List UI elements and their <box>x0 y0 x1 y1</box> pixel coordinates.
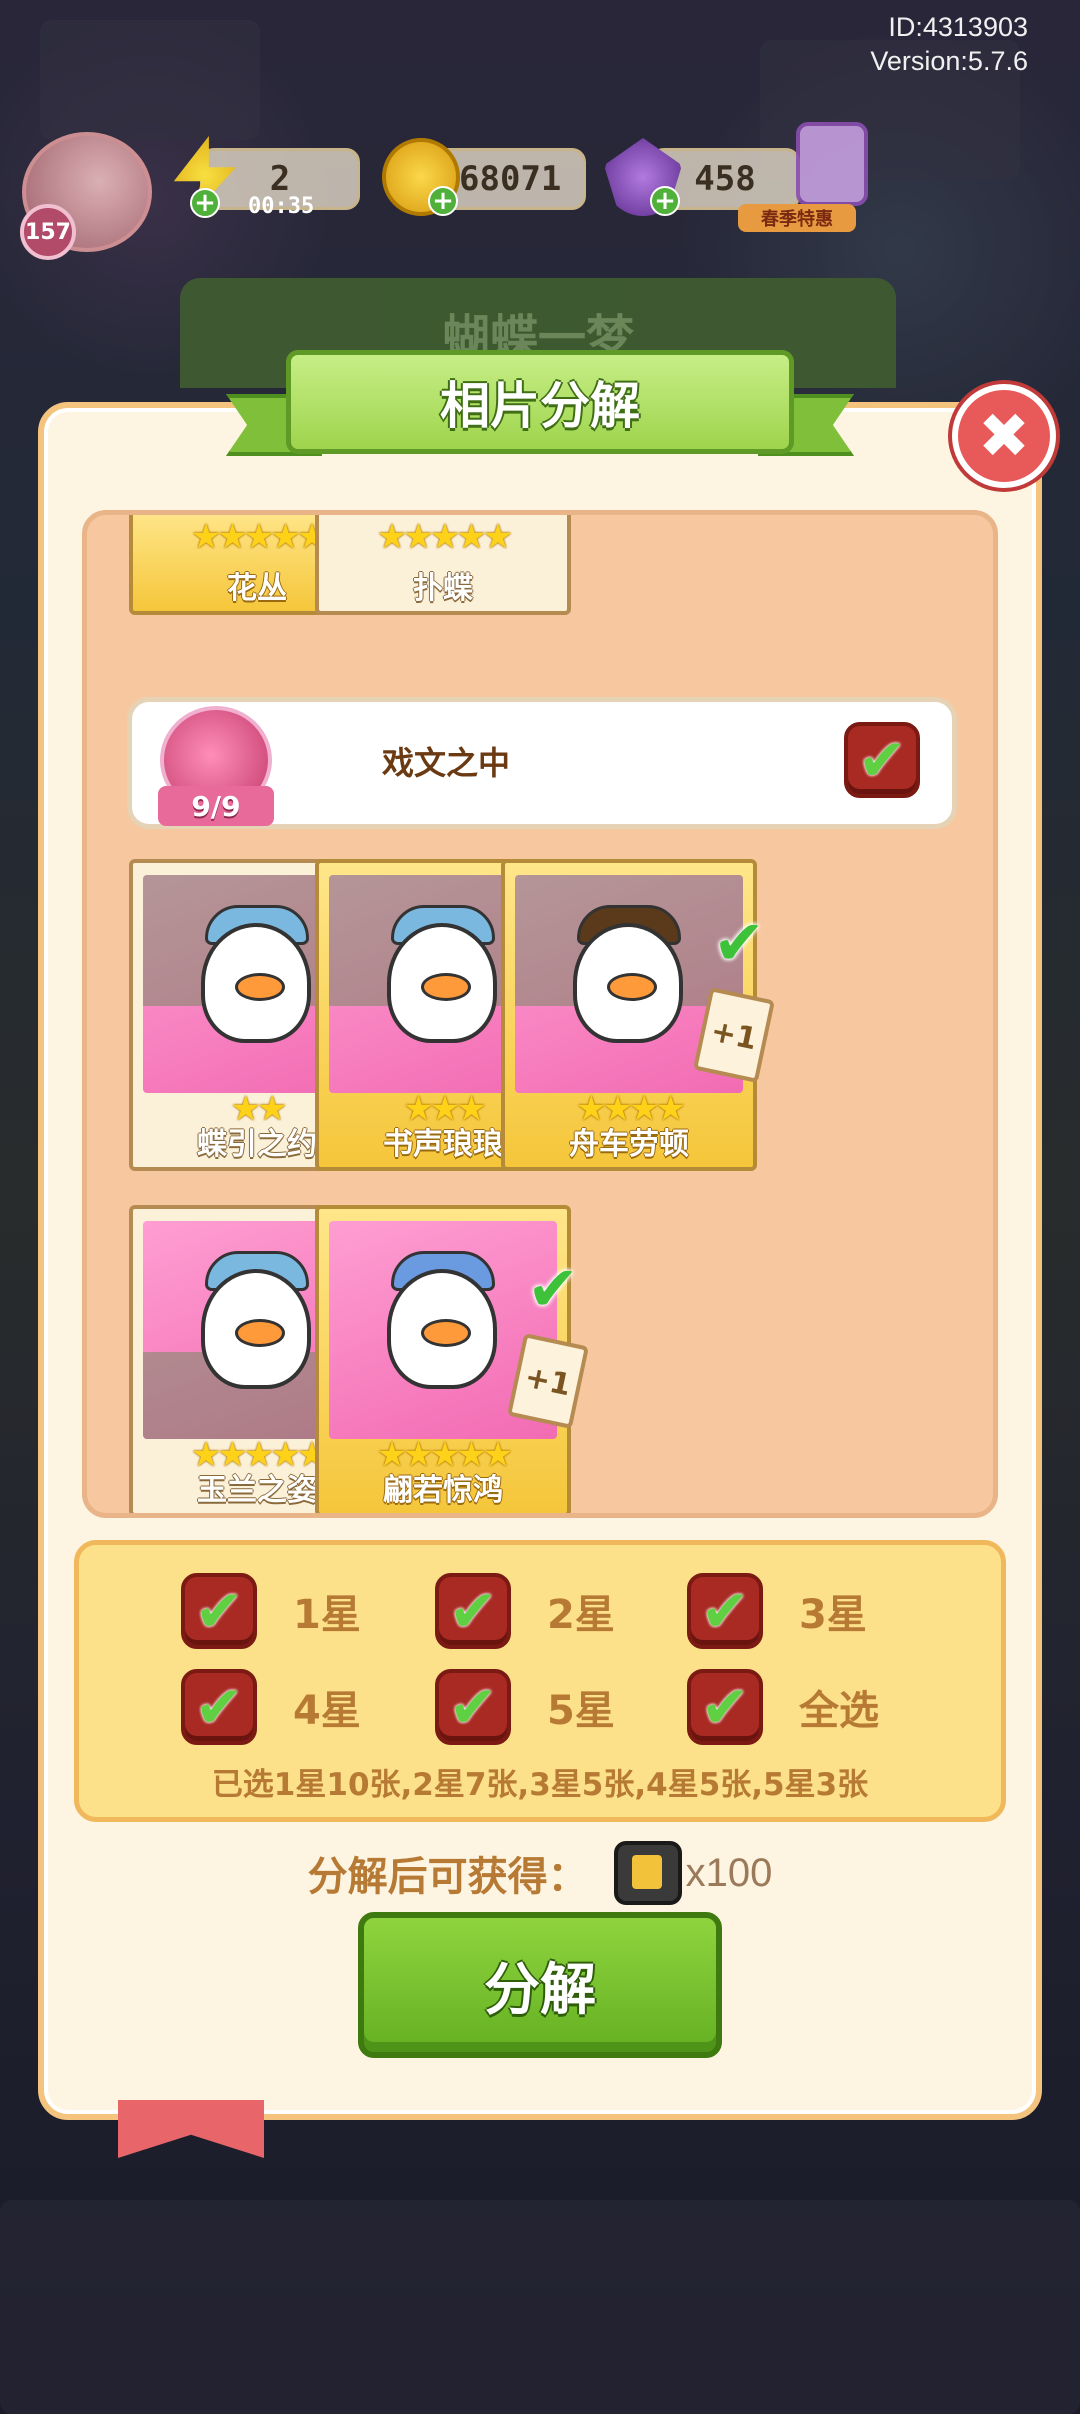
player-id: ID:4313903 <box>888 12 1028 42</box>
reward-label: 分解后可获得： <box>307 1854 588 1900</box>
add-energy-button[interactable]: + <box>190 188 220 218</box>
filter-checkbox[interactable]: ✔ <box>687 1669 763 1745</box>
filter-2-star[interactable]: ✔ 2星 <box>435 1571 615 1651</box>
checkmark-icon: ✔ <box>700 1673 750 1741</box>
build-info: ID:4313903 Version:5.7.6 <box>870 10 1028 78</box>
card-name: 舟车劳顿 <box>569 1127 689 1162</box>
selected-check-icon: ✔ <box>527 1252 579 1325</box>
filter-checkbox[interactable]: ✔ <box>435 1669 511 1745</box>
add-gems-button[interactable]: + <box>650 186 680 216</box>
filter-checkbox[interactable]: ✔ <box>687 1573 763 1649</box>
photo-card[interactable]: ★★★★★ 扑蝶 <box>315 515 571 615</box>
group-select-checkbox[interactable]: ✔ <box>844 722 920 798</box>
checkmark-icon: ✔ <box>700 1577 750 1645</box>
spring-sale-gift-icon[interactable] <box>796 122 868 206</box>
reward-row: 分解后可获得： x100 <box>0 1838 1080 1908</box>
star-filter-panel: ✔ 1星 ✔ 2星 ✔ 3星 ✔ 4星 ✔ 5星 ✔ 全选 已选1星10张,2星… <box>74 1540 1006 1822</box>
close-button[interactable]: ✖ <box>952 384 1056 488</box>
filter-label: 1星 <box>293 1592 361 1638</box>
filter-4-star[interactable]: ✔ 4星 <box>181 1667 361 1747</box>
card-name: 扑蝶 <box>413 571 473 606</box>
photo-list-scroll[interactable]: ★★★★★ 花丛 ★★★★★ 扑蝶 9/9 戏文之中 ✔ ★★ 蝶引之约 ✔ +… <box>82 510 998 1518</box>
gem-value: 458 <box>694 159 756 199</box>
add-coins-button[interactable]: + <box>428 186 458 216</box>
filter-1-star[interactable]: ✔ 1星 <box>181 1571 361 1651</box>
group-count: 9/9 <box>158 786 274 826</box>
photo-group-row[interactable]: 9/9 戏文之中 ✔ <box>127 697 957 829</box>
selected-summary: 已选1星10张,2星7张,3星5张,4星5张,5星3张 <box>211 1767 869 1803</box>
checkmark-icon: ✔ <box>448 1577 498 1645</box>
filter-checkbox[interactable]: ✔ <box>181 1669 257 1745</box>
photo-card[interactable]: ★★★★ 舟车劳顿 ✔ +1 <box>501 859 776 1171</box>
card-name: 翩若惊鸿 <box>383 1473 503 1508</box>
checkmark-icon: ✔ <box>194 1673 244 1741</box>
group-title: 戏文之中 <box>382 744 511 782</box>
dialog-title: 相片分解 <box>286 350 794 454</box>
duck-character-illustration <box>573 923 683 1043</box>
close-icon: ✖ <box>978 399 1030 472</box>
version-label: Version:5.7.6 <box>870 46 1028 76</box>
filter-checkbox[interactable]: ✔ <box>181 1573 257 1649</box>
duck-character-illustration <box>387 923 497 1043</box>
photo-card[interactable]: ★★★★★ 翩若惊鸿 ✔ +1 <box>315 1205 590 1513</box>
filter-5-star[interactable]: ✔ 5星 <box>435 1667 615 1747</box>
filter-label: 4星 <box>293 1688 361 1734</box>
dialog-title-ribbon: 相片分解 <box>226 350 854 470</box>
checkmark-icon: ✔ <box>857 726 907 794</box>
duck-character-illustration <box>201 1269 311 1389</box>
selected-check-icon: ✔ <box>713 906 765 979</box>
energy-timer: 00:35 <box>248 194 315 219</box>
duck-character-illustration <box>387 1269 497 1389</box>
checkmark-icon: ✔ <box>448 1673 498 1741</box>
filter-label: 5星 <box>547 1688 615 1734</box>
energy-value: 2 <box>269 159 291 199</box>
filter-checkbox[interactable]: ✔ <box>435 1573 511 1649</box>
checkmark-icon: ✔ <box>194 1577 244 1645</box>
decompose-button[interactable]: 分解 <box>358 1912 722 2058</box>
filter-label: 3星 <box>799 1592 867 1638</box>
player-level-badge: 157 <box>20 204 76 260</box>
spring-sale-badge[interactable]: 春季特惠 <box>738 204 856 232</box>
filter-3-star[interactable]: ✔ 3星 <box>687 1571 867 1651</box>
card-stars: ★★★★★ <box>376 517 513 557</box>
duck-character-illustration <box>201 923 311 1043</box>
filter-label: 2星 <box>547 1592 615 1638</box>
filter-select-all[interactable]: ✔ 全选 <box>687 1667 879 1747</box>
film-roll-icon <box>613 1841 682 1905</box>
reward-quantity: x100 <box>685 1850 773 1895</box>
filter-label: 全选 <box>799 1688 879 1734</box>
